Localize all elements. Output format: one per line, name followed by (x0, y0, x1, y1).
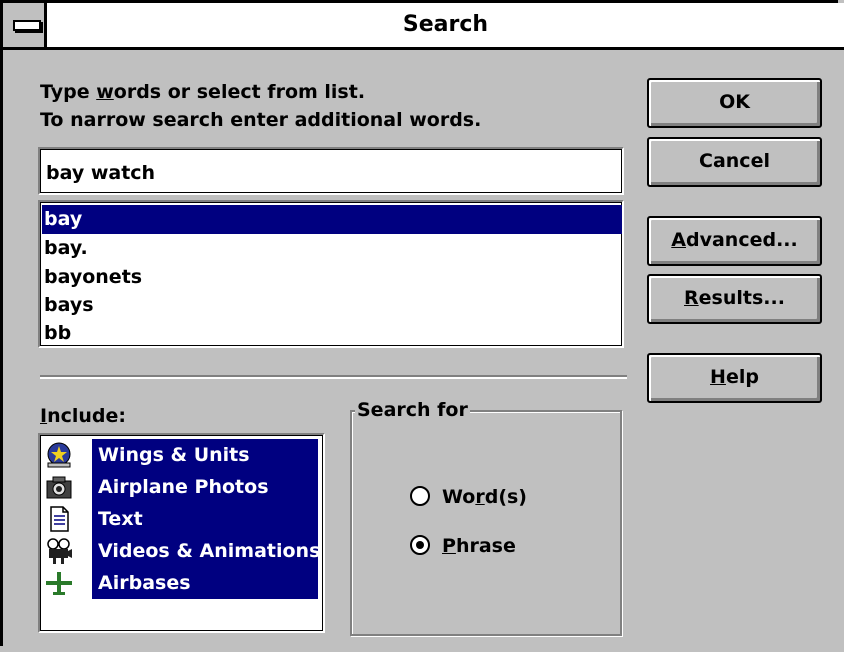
list-item[interactable]: Airplane Photos (42, 471, 324, 503)
system-menu-icon (13, 20, 41, 31)
include-item-label: Wings & Units (92, 439, 318, 471)
search-for-group (350, 410, 622, 636)
help-accelerator: H (710, 366, 726, 388)
instruction-accelerator: w (96, 81, 114, 103)
phrase-radio-label: Phrase (442, 534, 516, 558)
document-icon (50, 506, 69, 532)
phrase-radio-option[interactable]: Phrase (410, 533, 560, 559)
list-item[interactable]: bay. (42, 234, 622, 263)
list-item[interactable]: bb (42, 319, 622, 348)
list-item[interactable]: bayonets (42, 263, 622, 292)
results-accelerator: R (684, 287, 699, 309)
advanced-label: dvanced... (685, 229, 798, 251)
list-item[interactable]: Wings & Units (42, 439, 324, 471)
camera-icon (46, 476, 72, 499)
search-field[interactable] (38, 147, 624, 195)
word-label-text: Wo (442, 486, 476, 508)
search-for-title: Search for (355, 398, 470, 422)
search-input[interactable] (44, 155, 608, 191)
word-list[interactable]: bay bay. bayonets bays bb (38, 200, 624, 348)
help-label: elp (725, 366, 759, 388)
list-item[interactable]: bays (42, 291, 622, 320)
help-button[interactable]: Help (647, 353, 822, 403)
ok-button[interactable]: OK (647, 78, 822, 128)
instruction-text: ords or select from list. (113, 81, 366, 103)
list-item[interactable]: Airbases (42, 567, 324, 599)
list-item[interactable]: Videos & Animations (42, 535, 324, 567)
window-title: Search (402, 12, 489, 37)
results-label: esults... (698, 287, 785, 309)
radio-selected-dot (416, 541, 424, 549)
include-item-label: Airplane Photos (92, 471, 318, 503)
include-item-label: Airbases (92, 567, 318, 599)
include-item-label: Videos & Animations (92, 535, 318, 567)
word-radio-button[interactable] (410, 486, 430, 506)
phrase-label-text: hrase (455, 535, 516, 557)
system-menu-button[interactable] (3, 3, 47, 47)
airplane-icon (46, 572, 72, 595)
list-item[interactable]: Text (42, 503, 324, 535)
advanced-accelerator: A (671, 229, 686, 251)
results-button[interactable]: Results... (647, 274, 822, 324)
instruction-text: Type (40, 81, 97, 103)
include-label-text: nclude: (47, 405, 126, 427)
list-item[interactable]: bay (42, 205, 622, 234)
section-divider (40, 375, 627, 379)
word-radio-label: Word(s) (442, 485, 527, 509)
advanced-button[interactable]: Advanced... (647, 216, 822, 266)
include-list[interactable]: Wings & Units Airplane Photos Text Video… (38, 433, 325, 633)
instruction-line-1: Type words or select from list. (40, 80, 365, 104)
insignia-icon (47, 442, 71, 468)
word-label-text: d(s) (484, 486, 527, 508)
word-accelerator: r (475, 486, 485, 508)
include-label: Include: (40, 404, 126, 428)
phrase-radio-button[interactable] (410, 535, 430, 555)
phrase-accelerator: P (442, 535, 456, 557)
word-radio-option[interactable]: Word(s) (410, 484, 560, 510)
instruction-line-2: To narrow search enter additional words. (40, 109, 482, 131)
cancel-button[interactable]: Cancel (647, 137, 822, 187)
film-camera-icon (47, 538, 72, 564)
include-item-label: Text (92, 503, 318, 535)
